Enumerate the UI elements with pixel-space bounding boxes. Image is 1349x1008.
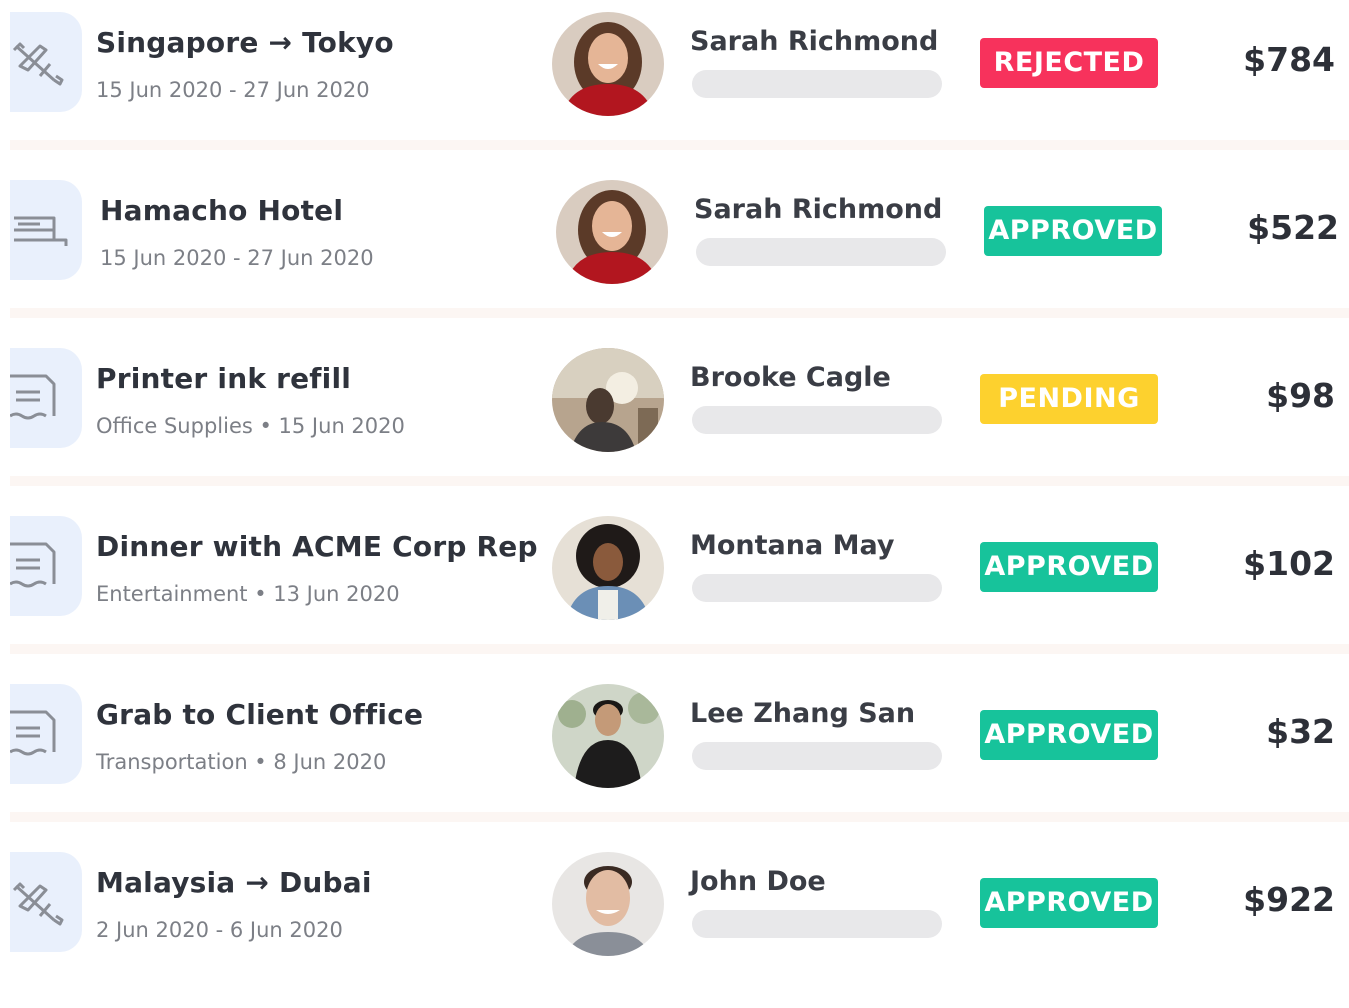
status-badge: APPROVED: [984, 206, 1162, 256]
expense-title: Singapore → Tokyo: [96, 26, 394, 59]
row-divider: [10, 812, 1349, 822]
expense-amount: $522: [1247, 208, 1339, 247]
employee-name: John Doe: [690, 866, 826, 897]
bed-icon: [10, 180, 82, 280]
avatar: [552, 852, 664, 956]
employee-name: Brooke Cagle: [690, 362, 891, 393]
expense-amount: $922: [1243, 880, 1335, 919]
expense-title: Malaysia → Dubai: [96, 866, 372, 899]
status-badge: APPROVED: [980, 542, 1158, 592]
row-divider: [10, 644, 1349, 654]
expense-subtitle: 15 Jun 2020 - 27 Jun 2020: [100, 246, 374, 270]
expense-title: Dinner with ACME Corp Rep: [96, 530, 538, 563]
employee-name: Montana May: [690, 530, 895, 561]
status-badge: PENDING: [980, 374, 1158, 424]
expense-title: Hamacho Hotel: [100, 194, 344, 227]
expense-amount: $98: [1266, 376, 1335, 415]
expense-title: Grab to Client Office: [96, 698, 424, 731]
plane-icon: [10, 12, 82, 112]
expense-subtitle: Transportation • 8 Jun 2020: [96, 750, 387, 774]
row-divider: [10, 140, 1349, 150]
placeholder-bar: [692, 574, 942, 602]
placeholder-bar: [692, 406, 942, 434]
status-badge: REJECTED: [980, 38, 1158, 88]
row-divider: [10, 476, 1349, 486]
receipt-icon: [10, 348, 82, 448]
employee-name: Sarah Richmond: [694, 194, 943, 225]
employee-name: Lee Zhang San: [690, 698, 916, 729]
avatar: [552, 348, 664, 452]
placeholder-bar: [692, 70, 942, 98]
avatar: [552, 684, 664, 788]
receipt-icon: [10, 684, 82, 784]
expense-subtitle: 2 Jun 2020 - 6 Jun 2020: [96, 918, 343, 942]
expense-subtitle: Office Supplies • 15 Jun 2020: [96, 414, 405, 438]
status-badge: APPROVED: [980, 878, 1158, 928]
expense-subtitle: 15 Jun 2020 - 27 Jun 2020: [96, 78, 370, 102]
row-divider: [10, 308, 1349, 318]
avatar: [556, 180, 668, 284]
plane-icon: [10, 852, 82, 952]
expense-amount: $102: [1243, 544, 1335, 583]
expense-title: Printer ink refill: [96, 362, 352, 395]
expense-amount: $784: [1243, 40, 1335, 79]
expense-row[interactable]: Malaysia → Dubai 2 Jun 2020 - 6 Jun 2020…: [0, 840, 1349, 1008]
employee-name: Sarah Richmond: [690, 26, 939, 57]
avatar: [552, 12, 664, 116]
receipt-icon: [10, 516, 82, 616]
expense-amount: $32: [1266, 712, 1335, 751]
avatar: [552, 516, 664, 620]
placeholder-bar: [692, 910, 942, 938]
placeholder-bar: [692, 742, 942, 770]
placeholder-bar: [696, 238, 946, 266]
status-badge: APPROVED: [980, 710, 1158, 760]
expense-subtitle: Entertainment • 13 Jun 2020: [96, 582, 400, 606]
